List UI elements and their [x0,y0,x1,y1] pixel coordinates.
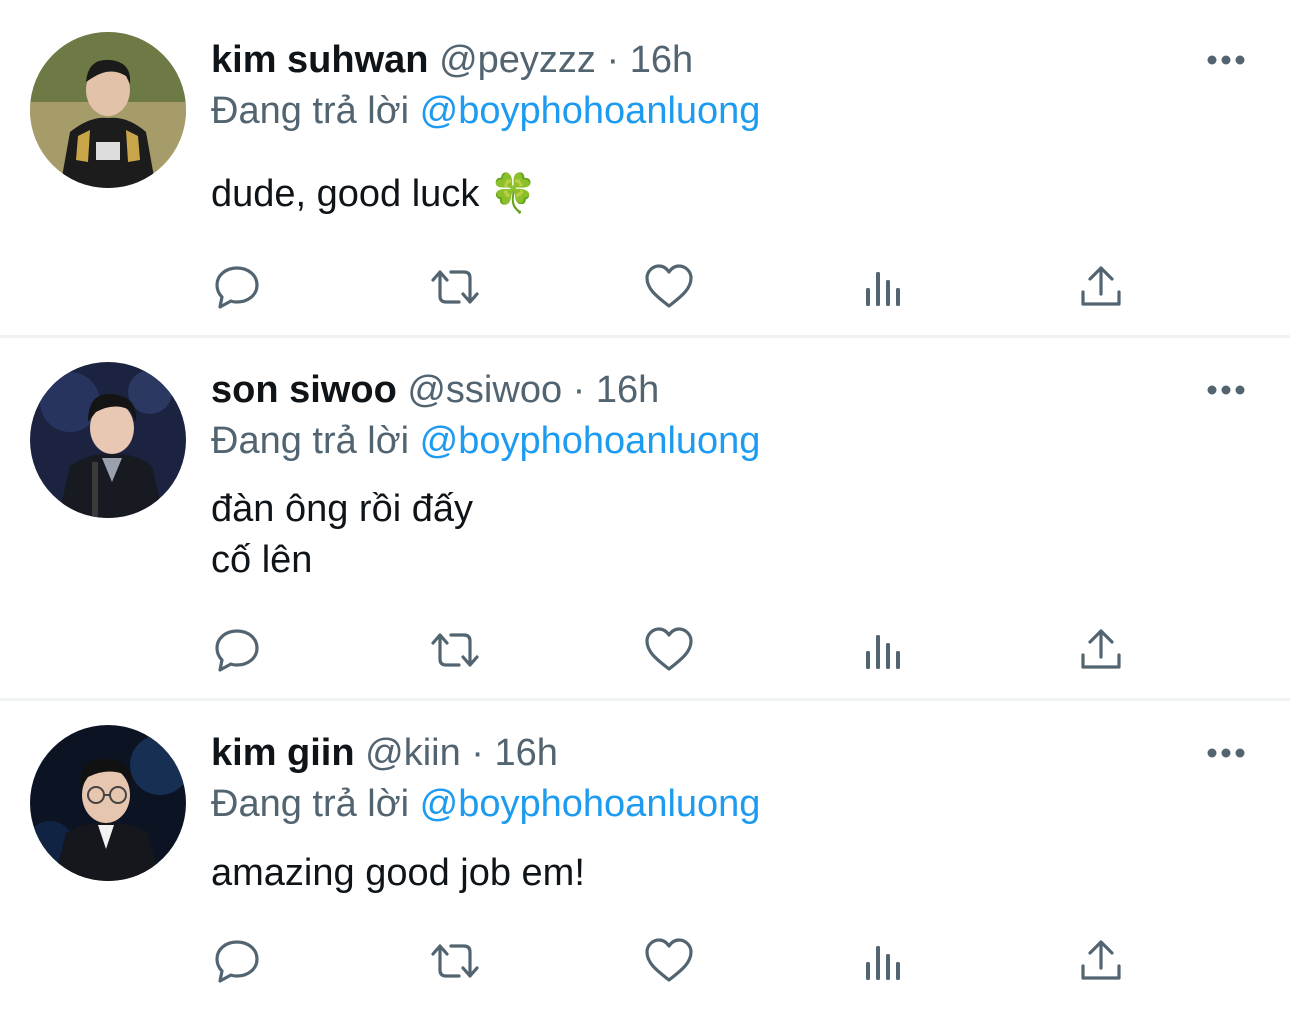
retweet-button[interactable] [427,625,479,675]
reply-context: Đang trả lời @boyphohoanluong [211,89,760,133]
reply-icon [215,266,259,309]
like-icon [645,938,693,982]
like-button[interactable] [644,262,694,312]
more-options-button[interactable] [1206,743,1246,763]
tweet-text: dude, good luck 🍀 [211,169,537,220]
more-dots-icon [1207,55,1245,65]
handle[interactable]: @peyzzz [439,39,596,81]
reply-prefix: Đang trả lời [211,90,410,132]
reply-button[interactable] [212,262,262,312]
reply-mention-link[interactable]: @boyphohoanluong [420,90,761,132]
tweet-text-line: amazing good job em! [211,852,585,894]
tweet-header: kim suhwan @peyzzz · 16h [211,38,693,82]
share-button[interactable] [1076,625,1126,675]
like-button[interactable] [644,625,694,675]
reply-prefix: Đang trả lời [211,420,410,462]
timestamp[interactable]: 16h [596,369,659,411]
tweet-text-line: cố lên [211,539,313,581]
reply-prefix: Đang trả lời [211,783,410,825]
views-button[interactable] [862,262,912,312]
retweet-button[interactable] [427,262,479,312]
more-options-button[interactable] [1206,50,1246,70]
timestamp[interactable]: 16h [495,732,558,774]
share-icon [1081,629,1121,669]
action-bar [210,936,1130,986]
handle[interactable]: @ssiwoo [407,369,562,411]
retweet-button[interactable] [427,936,479,986]
reply-mention-link[interactable]: @boyphohoanluong [420,420,761,462]
tweet-header: kim giin @kiin · 16h [211,731,558,775]
avatar[interactable] [30,725,186,881]
reply-mention-link[interactable]: @boyphohoanluong [420,783,761,825]
separator: · [572,369,586,411]
like-button[interactable] [644,936,694,986]
tweet-text-line: đàn ông rồi đấy [211,488,473,530]
share-button[interactable] [1076,936,1126,986]
more-dots-icon [1207,748,1245,758]
retweet-icon [431,270,479,304]
action-bar [210,262,1130,312]
share-icon [1081,266,1121,306]
like-icon [645,627,693,671]
views-icon [866,272,900,306]
timestamp[interactable]: 16h [630,39,693,81]
views-icon [866,946,900,980]
retweet-icon [431,633,479,667]
share-button[interactable] [1076,262,1126,312]
views-button[interactable] [862,625,912,675]
display-name[interactable]: son siwoo [211,369,397,411]
display-name[interactable]: kim giin [211,732,355,774]
avatar[interactable] [30,362,186,518]
action-bar [210,625,1130,675]
retweet-icon [431,944,479,978]
handle[interactable]: @kiin [365,732,461,774]
tweet-3[interactable]: kim giin @kiin · 16h Đang trả lời @boyph… [0,701,1290,1010]
reply-icon [215,940,259,983]
tweet-text: đàn ông rồi đấy cố lên [211,484,473,586]
reply-button[interactable] [212,625,262,675]
more-options-button[interactable] [1206,380,1246,400]
share-icon [1081,940,1121,980]
like-icon [645,264,693,308]
separator: · [471,732,484,774]
tweet-header: son siwoo @ssiwoo · 16h [211,368,659,412]
views-icon [866,635,900,669]
views-button[interactable] [862,936,912,986]
tweet-2[interactable]: son siwoo @ssiwoo · 16h Đang trả lời @bo… [0,338,1290,698]
tweet-text: amazing good job em! [211,848,585,899]
tweet-1[interactable]: kim suhwan @peyzzz · 16h Đang trả lời @b… [0,0,1290,335]
display-name[interactable]: kim suhwan [211,39,429,81]
reply-button[interactable] [212,936,262,986]
four-leaf-clover-icon: 🍀 [489,173,538,215]
avatar[interactable] [30,32,186,188]
more-dots-icon [1207,385,1245,395]
reply-context: Đang trả lời @boyphohoanluong [211,419,760,463]
tweet-text-line: dude, good luck [211,173,480,215]
separator: · [606,39,620,81]
reply-context: Đang trả lời @boyphohoanluong [211,782,760,826]
reply-icon [215,629,259,672]
